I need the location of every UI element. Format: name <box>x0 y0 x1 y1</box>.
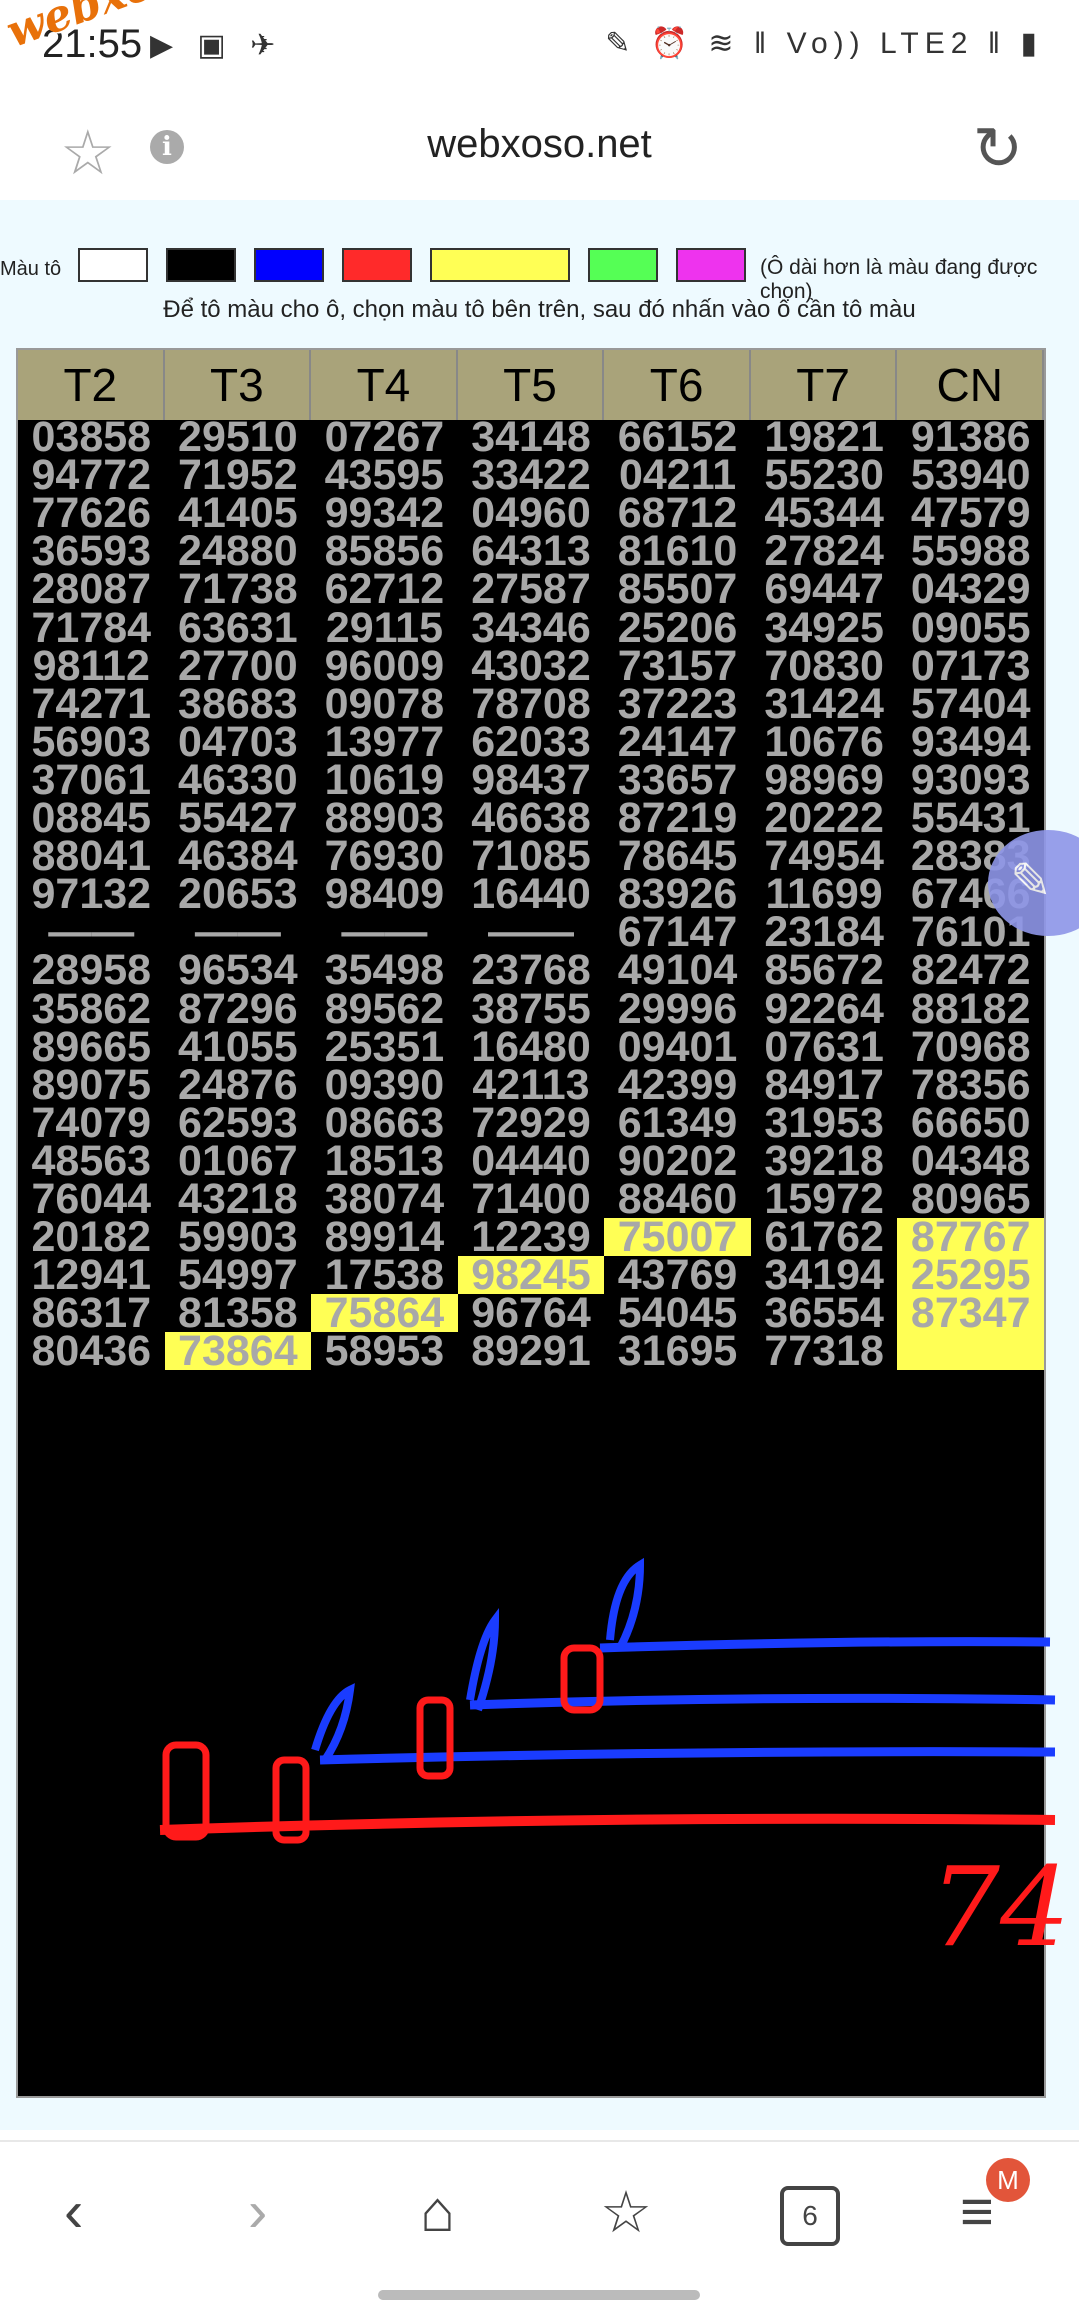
profile-badge[interactable]: M <box>986 2158 1030 2202</box>
table-cell[interactable]: 69447 <box>751 568 898 611</box>
home-icon[interactable]: ⌂ <box>420 2178 455 2245</box>
table-cell[interactable]: 88182 <box>897 987 1044 1030</box>
table-cell[interactable]: 28958 <box>18 949 165 992</box>
table-cell[interactable]: 34925 <box>751 606 898 649</box>
table-cell[interactable]: 85507 <box>604 568 751 611</box>
table-cell[interactable]: 27587 <box>458 568 605 611</box>
table-cell[interactable]: 34346 <box>458 606 605 649</box>
table-cell[interactable]: 82472 <box>897 949 1044 992</box>
table-cell[interactable]: 28087 <box>18 568 165 611</box>
table-cell[interactable]: 80436 <box>18 1330 165 1373</box>
column-header-t2: T2 <box>18 350 165 420</box>
table-cell[interactable]: 98112 <box>18 644 165 687</box>
table-cell[interactable]: 89291 <box>458 1330 605 1373</box>
table-cell[interactable]: 96009 <box>311 644 458 687</box>
table-cell[interactable]: 87296 <box>165 987 312 1030</box>
table-cell[interactable]: 77318 <box>751 1330 898 1373</box>
table-cell[interactable]: 09401 <box>604 1025 751 1068</box>
table-header: T2 T3 T4 T5 T6 T7 CN <box>18 350 1044 420</box>
table-cell[interactable]: 92264 <box>751 987 898 1030</box>
column-header-t6: T6 <box>604 350 751 420</box>
table-cell[interactable]: 31695 <box>604 1330 751 1373</box>
color-swatch-red[interactable] <box>342 248 412 282</box>
color-swatch-black[interactable] <box>166 248 236 282</box>
table-cell[interactable]: 62712 <box>311 568 458 611</box>
reload-icon[interactable]: ↻ <box>973 114 1023 184</box>
pencil-icon: ✎ <box>1010 853 1052 909</box>
column-header-t3: T3 <box>165 350 312 420</box>
status-bar: 21:55 ▶ ▣ ✈ ✎ ⏰ ≋ ‖ Vo)) LTE2 ‖ ▮ <box>0 0 1079 100</box>
column-header-t7: T7 <box>751 350 898 420</box>
url-text[interactable]: webxoso.net <box>0 122 1079 167</box>
table-cell[interactable]: 63631 <box>165 606 312 649</box>
column-header-t5: T5 <box>458 350 605 420</box>
table-cell[interactable]: 07631 <box>751 1025 898 1068</box>
gesture-bar <box>378 2290 700 2300</box>
table-cell[interactable]: 09055 <box>897 606 1044 649</box>
color-swatch-blue[interactable] <box>254 248 324 282</box>
color-swatch-green[interactable] <box>588 248 658 282</box>
table-cell[interactable]: 73864 <box>164 1330 312 1373</box>
instruction-text: Để tô màu cho ô, chọn màu tô bên trên, s… <box>163 296 916 323</box>
system-status-icons: ✎ ⏰ ≋ ‖ Vo)) LTE2 ‖ ▮ <box>605 27 1043 60</box>
table-cell[interactable] <box>897 1332 1044 1371</box>
table-cell[interactable]: 87347 <box>897 1292 1044 1335</box>
table-cell[interactable]: 70968 <box>897 1025 1044 1068</box>
table-cell[interactable]: 89665 <box>18 1025 165 1068</box>
forward-icon[interactable]: › <box>248 2178 267 2245</box>
color-palette: Màu tô (Ô dài hơn là màu đang được chọn) <box>0 222 1079 303</box>
notification-icons: ▶ ▣ ✈ <box>150 29 284 62</box>
column-header-cn: CN <box>897 350 1044 420</box>
table-cell[interactable]: 41055 <box>165 1025 312 1068</box>
table-cell[interactable]: 35862 <box>18 987 165 1030</box>
tabs-button[interactable]: 6 <box>780 2186 840 2246</box>
color-swatch-magenta[interactable] <box>676 248 746 282</box>
browser-url-bar: ☆ i webxoso.net ↻ <box>0 100 1079 200</box>
table-cell[interactable]: 29115 <box>311 606 458 649</box>
table-cell[interactable]: 25351 <box>311 1025 458 1068</box>
table-cell[interactable]: 27700 <box>165 644 312 687</box>
table-cell[interactable]: 23768 <box>458 949 605 992</box>
table-cell[interactable]: 43032 <box>458 644 605 687</box>
table-cell[interactable]: 04329 <box>897 568 1044 611</box>
table-cell[interactable]: 70830 <box>751 644 898 687</box>
table-cell[interactable]: 07173 <box>897 644 1044 687</box>
palette-label: Màu tô <box>0 258 62 280</box>
table-cell[interactable]: 16480 <box>458 1025 605 1068</box>
table-cell[interactable]: 85672 <box>751 949 898 992</box>
table-cell[interactable]: 25206 <box>604 606 751 649</box>
table-cell[interactable]: 58953 <box>311 1330 458 1373</box>
color-swatch-white[interactable] <box>78 248 148 282</box>
table-cell[interactable]: 71738 <box>165 568 312 611</box>
color-swatch-yellow[interactable] <box>430 248 570 282</box>
results-table: T2 T3 T4 T5 T6 T7 CN 03858 29510 07267 34148 66152… <box>16 348 1046 2098</box>
table-cell[interactable]: 49104 <box>604 949 751 992</box>
back-icon[interactable]: ‹ <box>64 2178 83 2245</box>
table-cell[interactable]: 38755 <box>458 987 605 1030</box>
bookmarks-icon[interactable]: ☆ <box>600 2178 652 2246</box>
column-header-t4: T4 <box>311 350 458 420</box>
table-cell[interactable]: 35498 <box>311 949 458 992</box>
table-cell[interactable]: 71784 <box>18 606 165 649</box>
table-cell[interactable]: 96534 <box>165 949 312 992</box>
table-cell[interactable]: 29996 <box>604 987 751 1030</box>
table-cell[interactable]: 89562 <box>311 987 458 1030</box>
table-cell[interactable]: 73157 <box>604 644 751 687</box>
